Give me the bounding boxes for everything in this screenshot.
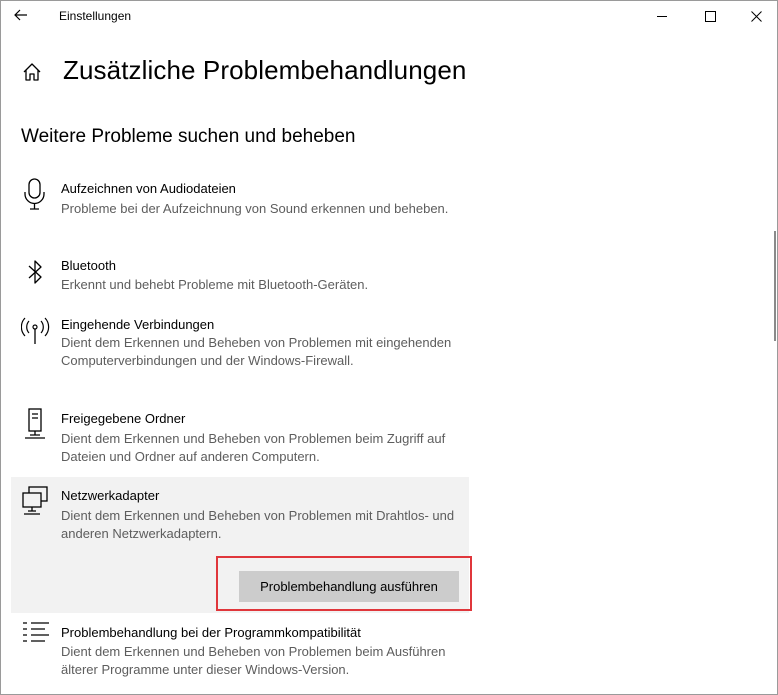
network-adapter-icon: [21, 485, 49, 517]
troubleshooter-bluetooth[interactable]: Bluetooth Erkennt und behebt Probleme mi…: [11, 251, 469, 301]
minimize-icon[interactable]: [639, 1, 685, 31]
item-name: Problembehandlung bei der Programmkompat…: [61, 625, 361, 640]
page-title: Zusätzliche Problembehandlungen: [63, 55, 467, 85]
item-name: Aufzeichnen von Audiodateien: [61, 181, 236, 196]
list-icon: [21, 619, 49, 651]
bluetooth-icon: [21, 257, 49, 289]
shared-folder-icon: [21, 407, 49, 439]
item-name: Netzwerkadapter: [61, 488, 160, 503]
item-description: Probleme bei der Aufzeichnung von Sound …: [61, 201, 449, 216]
home-icon[interactable]: [21, 61, 43, 83]
scrollbar-thumb[interactable]: [774, 231, 776, 341]
section-title: Weitere Probleme suchen und beheben: [21, 126, 356, 147]
microphone-icon: [21, 177, 49, 210]
item-description: Dient dem Erkennen und Beheben von Probl…: [61, 431, 446, 464]
troubleshooter-shared-folders[interactable]: Freigegebene Ordner Dient dem Erkennen u…: [11, 403, 469, 471]
troubleshooter-audio-recording[interactable]: Aufzeichnen von Audiodateien Probleme be…: [11, 173, 469, 239]
window-title: Einstellungen: [59, 9, 132, 23]
item-description: Dient dem Erkennen und Beheben von Probl…: [61, 508, 455, 541]
back-arrow-icon[interactable]: [10, 5, 32, 25]
item-name: Freigegebene Ordner: [61, 411, 186, 426]
settings-window: Einstellungen Zusätzliche Problembehandl…: [0, 0, 778, 695]
item-description: Dient dem Erkennen und Beheben von Probl…: [61, 335, 452, 368]
title-bar: Einstellungen: [1, 1, 777, 31]
item-description: Erkennt und behebt Probleme mit Bluetoot…: [61, 277, 369, 292]
item-name: Bluetooth: [61, 258, 116, 273]
maximize-icon[interactable]: [687, 1, 733, 31]
troubleshooter-incoming-connections[interactable]: Eingehende Verbindungen Dient dem Erkenn…: [11, 309, 469, 395]
troubleshooter-program-compatibility[interactable]: Problembehandlung bei der Programmkompat…: [11, 617, 469, 687]
close-icon[interactable]: [733, 1, 777, 31]
highlight-annotation: [216, 556, 472, 611]
item-description: Dient dem Erkennen und Beheben von Probl…: [61, 644, 446, 677]
antenna-icon: [20, 315, 50, 347]
item-name: Eingehende Verbindungen: [61, 317, 215, 332]
